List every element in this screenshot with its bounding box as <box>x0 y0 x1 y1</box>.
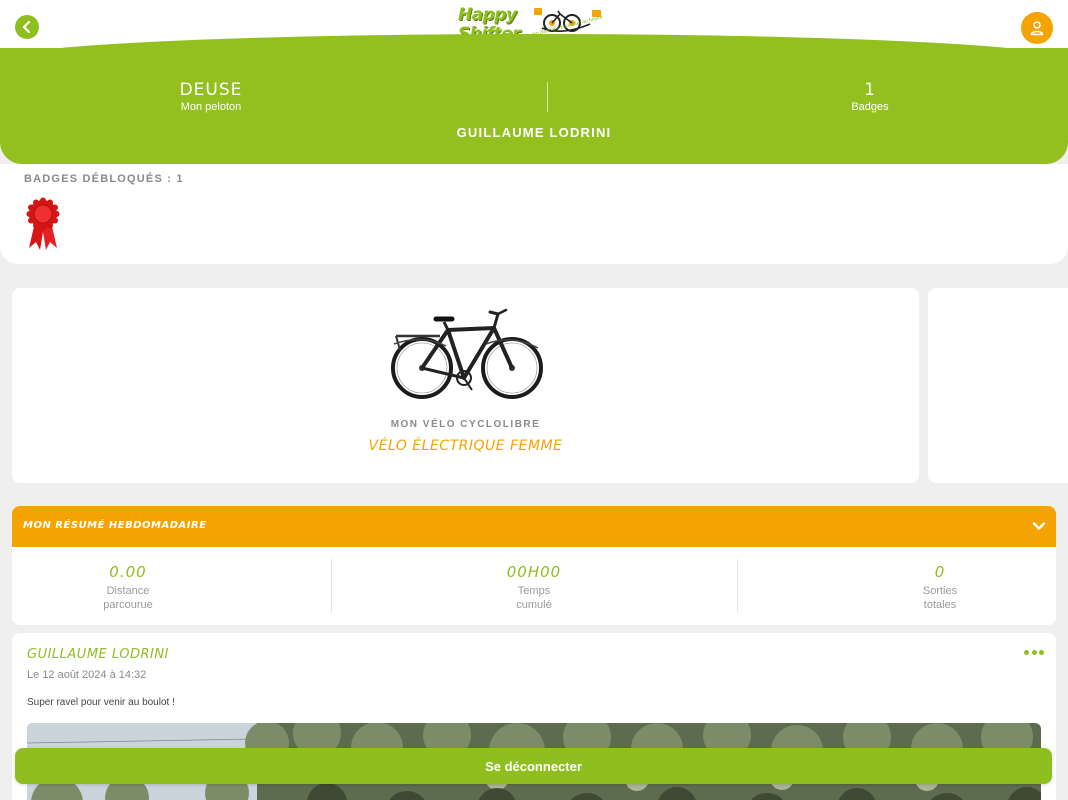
time-label: Temps cumulé <box>516 585 552 611</box>
badges-stat: 1 Badges <box>770 80 970 113</box>
weekly-summary-toggle[interactable]: MON RÉSUMÉ HEBDOMADAIRE <box>12 506 1056 547</box>
dot <box>1024 650 1029 655</box>
post-author[interactable]: GUILLAUME LODRINI <box>27 647 169 662</box>
time-stat: 00H00 Temps cumulé <box>434 563 634 612</box>
post-date: Le 12 août 2024 à 14:32 <box>27 669 147 681</box>
weekly-summary-title: MON RÉSUMÉ HEBDOMADAIRE <box>23 520 207 531</box>
user-icon <box>1030 21 1044 36</box>
peloton-value: DEUSE <box>179 80 243 100</box>
distance-value: 0.00 <box>109 563 147 581</box>
weekly-summary-stats: 0.00 Distance parcourue 00H00 Temps cumu… <box>12 547 1056 625</box>
profile-header: DEUSE Mon peloton 1 Badges GUILLAUME LOD… <box>0 34 1068 164</box>
badges-count-value: 1 <box>864 80 876 100</box>
distance-stat: 0.00 Distance parcourue <box>28 563 228 612</box>
logout-button[interactable]: Se déconnecter <box>15 748 1052 784</box>
dot <box>1031 650 1037 655</box>
ellipsis-icon[interactable] <box>1024 650 1044 658</box>
stat-divider <box>331 559 332 613</box>
bike-image <box>391 308 543 399</box>
rosette-icon[interactable] <box>24 196 62 252</box>
chevron-down-icon <box>1032 522 1046 530</box>
peloton-label: Mon peloton <box>180 101 242 113</box>
bike-model-name: VÉLO ÉLECTRIQUE FEMME <box>368 438 563 454</box>
bike-card[interactable]: MON VÉLO CYCLOLIBRE VÉLO ÉLECTRIQUE FEMM… <box>12 288 919 483</box>
badges-title: BADGES DÉBLOQUÉS : 1 <box>24 173 184 185</box>
rides-value: 0 <box>934 563 946 581</box>
distance-label: Distance parcourue <box>103 585 153 611</box>
badges-section: BADGES DÉBLOQUÉS : 1 <box>0 164 1068 264</box>
time-value: 00H00 <box>506 563 562 581</box>
header-divider <box>547 82 548 112</box>
next-card-peek[interactable] <box>928 288 1068 483</box>
dot <box>1039 650 1044 655</box>
profile-name: GUILLAUME LODRINI <box>456 125 612 140</box>
rides-label: Sorties totales <box>922 585 958 611</box>
back-button[interactable] <box>15 15 39 39</box>
post-text: Super ravel pour venir au boulot ! <box>27 697 175 708</box>
peloton-stat: DEUSE Mon peloton <box>111 80 311 113</box>
stat-divider <box>737 559 738 613</box>
badges-count-label: Badges <box>851 101 889 113</box>
rides-stat: 0 Sorties totales <box>840 563 1040 612</box>
user-profile-button[interactable] <box>1021 12 1053 44</box>
chevron-left-icon <box>22 21 31 33</box>
bike-section-label: MON VÉLO CYCLOLIBRE <box>390 419 541 430</box>
